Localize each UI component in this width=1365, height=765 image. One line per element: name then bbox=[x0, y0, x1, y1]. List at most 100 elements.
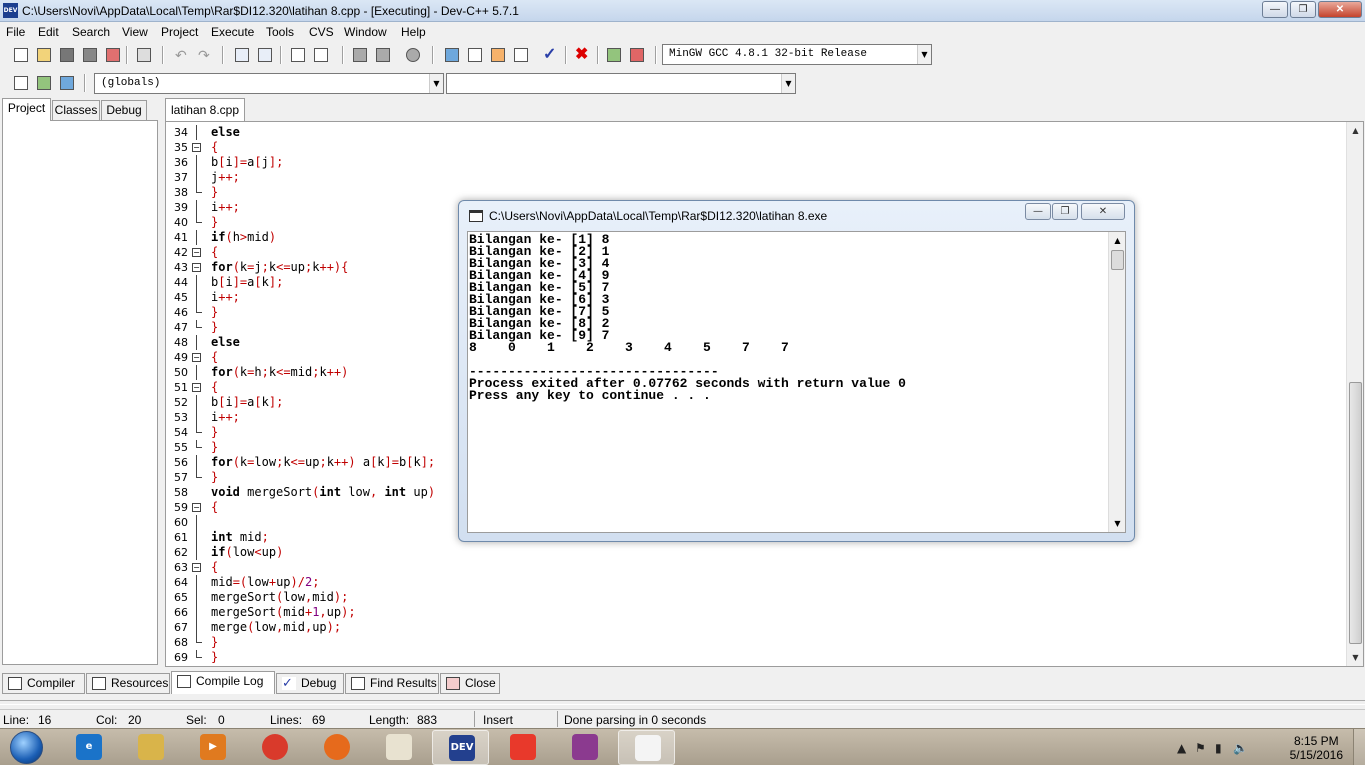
print-icon[interactable] bbox=[134, 45, 154, 65]
taskbar-game[interactable] bbox=[370, 730, 427, 765]
save-all-icon[interactable] bbox=[80, 45, 100, 65]
code-line[interactable]: 34 else bbox=[166, 125, 1346, 140]
code-line[interactable]: 64 mid=(low+up)/2; bbox=[166, 575, 1346, 590]
tab-compile-log[interactable]: Compile Log bbox=[171, 671, 275, 694]
goto-line-icon[interactable] bbox=[288, 45, 308, 65]
stop-execution-icon[interactable]: ✖ bbox=[572, 45, 592, 65]
console-maximize-button[interactable]: ❐ bbox=[1052, 203, 1078, 220]
menu-search[interactable]: Search bbox=[72, 25, 110, 39]
menu-help[interactable]: Help bbox=[401, 25, 426, 39]
open-file-icon[interactable] bbox=[34, 45, 54, 65]
console-window[interactable]: C:\Users\Novi\AppData\Local\Temp\Rar$DI1… bbox=[458, 200, 1135, 542]
unindent-icon[interactable] bbox=[373, 45, 393, 65]
taskbar-firefox[interactable] bbox=[308, 730, 365, 765]
menu-execute[interactable]: Execute bbox=[211, 25, 254, 39]
redo-icon[interactable]: ↷ bbox=[195, 45, 215, 65]
menu-project[interactable]: Project bbox=[161, 25, 198, 39]
code-line[interactable]: 69} bbox=[166, 650, 1346, 665]
tab-close[interactable]: Close bbox=[440, 673, 500, 694]
insert-icon[interactable] bbox=[11, 73, 31, 93]
menu-view[interactable]: View bbox=[122, 25, 148, 39]
code-line[interactable]: 38} bbox=[166, 185, 1346, 200]
toggle-comment-icon[interactable] bbox=[403, 45, 423, 65]
console-close-button[interactable]: ✕ bbox=[1081, 203, 1125, 220]
maximize-button[interactable]: ❐ bbox=[1290, 1, 1316, 18]
menu-edit[interactable]: Edit bbox=[38, 25, 59, 39]
find-icon[interactable] bbox=[232, 45, 252, 65]
delete-profile-icon[interactable] bbox=[627, 45, 647, 65]
scrollbar-thumb[interactable] bbox=[1349, 382, 1362, 644]
taskbar-chrome[interactable] bbox=[246, 730, 303, 765]
taskbar-internet-explorer[interactable]: e bbox=[60, 730, 117, 765]
fold-toggle-icon[interactable]: − bbox=[192, 248, 201, 257]
console-output-area[interactable]: Bilangan ke- [1] 8 Bilangan ke- [2] 1 Bi… bbox=[467, 231, 1126, 533]
taskbar-media-player[interactable]: ▶ bbox=[184, 730, 241, 765]
scroll-down-icon[interactable]: ▼ bbox=[1109, 515, 1125, 532]
fold-toggle-icon[interactable]: − bbox=[192, 263, 201, 272]
scroll-up-icon[interactable]: ▲ bbox=[1347, 122, 1363, 139]
run-icon[interactable] bbox=[465, 45, 485, 65]
scrollbar-thumb[interactable] bbox=[1111, 250, 1124, 270]
tab-resources[interactable]: Resources bbox=[86, 673, 170, 694]
menu-file[interactable]: File bbox=[6, 25, 25, 39]
scroll-up-icon[interactable]: ▲ bbox=[1109, 232, 1125, 249]
syntax-check-icon[interactable]: ✓ bbox=[540, 45, 560, 65]
menu-tools[interactable]: Tools bbox=[266, 25, 294, 39]
code-line[interactable]: 62 if(low<up) bbox=[166, 545, 1346, 560]
close-file-icon[interactable] bbox=[103, 45, 123, 65]
rebuild-icon[interactable] bbox=[511, 45, 531, 65]
show-hidden-icons-icon[interactable]: ▲ bbox=[1177, 741, 1186, 755]
code-line[interactable]: 68} bbox=[166, 635, 1346, 650]
tab-classes[interactable]: Classes bbox=[52, 100, 100, 121]
scope-select[interactable]: (globals) ▼ bbox=[94, 73, 444, 94]
code-line[interactable]: 66 mergeSort(mid+1,up); bbox=[166, 605, 1346, 620]
tab-project[interactable]: Project bbox=[2, 98, 51, 121]
close-button[interactable]: ✕ bbox=[1318, 1, 1362, 18]
menu-cvs[interactable]: CVS bbox=[309, 25, 334, 39]
volume-icon[interactable]: 🔈 bbox=[1233, 741, 1248, 755]
profile-icon[interactable] bbox=[604, 45, 624, 65]
taskbar-winrar[interactable] bbox=[556, 730, 613, 765]
code-line[interactable]: 63− { bbox=[166, 560, 1346, 575]
editor-tab[interactable]: latihan 8.cpp bbox=[165, 98, 245, 122]
project-tree[interactable] bbox=[2, 120, 158, 665]
console-scrollbar[interactable]: ▲ ▼ bbox=[1108, 232, 1125, 532]
compiler-select[interactable]: MinGW GCC 4.8.1 32-bit Release ▼ bbox=[662, 44, 932, 65]
toggle-panel-icon[interactable] bbox=[57, 73, 77, 93]
code-line[interactable]: 36 b[i]=a[j]; bbox=[166, 155, 1346, 170]
code-line[interactable]: 37 j++; bbox=[166, 170, 1346, 185]
compile-icon[interactable] bbox=[442, 45, 462, 65]
scroll-down-icon[interactable]: ▼ bbox=[1347, 649, 1363, 666]
bookmark-icon[interactable] bbox=[311, 45, 331, 65]
menu-window[interactable]: Window bbox=[344, 25, 387, 39]
tab-debug-output[interactable]: ✓ Debug bbox=[276, 673, 344, 694]
fold-toggle-icon[interactable]: − bbox=[192, 563, 201, 572]
tab-debug[interactable]: Debug bbox=[101, 100, 147, 121]
taskbar-dev-cpp[interactable]: DEV bbox=[432, 730, 489, 765]
indent-icon[interactable] bbox=[350, 45, 370, 65]
code-line[interactable]: 35− { bbox=[166, 140, 1346, 155]
save-icon[interactable] bbox=[57, 45, 77, 65]
compile-run-icon[interactable] bbox=[488, 45, 508, 65]
fold-toggle-icon[interactable]: − bbox=[192, 383, 201, 392]
goto-definition-icon[interactable] bbox=[34, 73, 54, 93]
show-desktop-button[interactable] bbox=[1353, 729, 1365, 765]
clock[interactable]: 8:15 PM 5/15/2016 bbox=[1290, 734, 1343, 762]
taskbar-console-app[interactable] bbox=[618, 730, 675, 765]
console-minimize-button[interactable]: — bbox=[1025, 203, 1051, 220]
tab-find-results[interactable]: Find Results bbox=[345, 673, 439, 694]
member-select[interactable]: ▼ bbox=[446, 73, 796, 94]
minimize-button[interactable]: — bbox=[1262, 1, 1288, 18]
taskbar-camera-app[interactable] bbox=[494, 730, 551, 765]
start-button[interactable] bbox=[2, 729, 52, 765]
tab-compiler[interactable]: Compiler bbox=[2, 673, 85, 694]
code-line[interactable]: 67 merge(low,mid,up); bbox=[166, 620, 1346, 635]
code-line[interactable]: 65 mergeSort(low,mid); bbox=[166, 590, 1346, 605]
taskbar-file-explorer[interactable] bbox=[122, 730, 179, 765]
flag-icon[interactable]: ⚑ bbox=[1195, 741, 1206, 755]
fold-toggle-icon[interactable]: − bbox=[192, 143, 201, 152]
network-icon[interactable]: ▮ bbox=[1215, 741, 1222, 755]
fold-toggle-icon[interactable]: − bbox=[192, 503, 201, 512]
new-file-icon[interactable] bbox=[11, 45, 31, 65]
fold-toggle-icon[interactable]: − bbox=[192, 353, 201, 362]
